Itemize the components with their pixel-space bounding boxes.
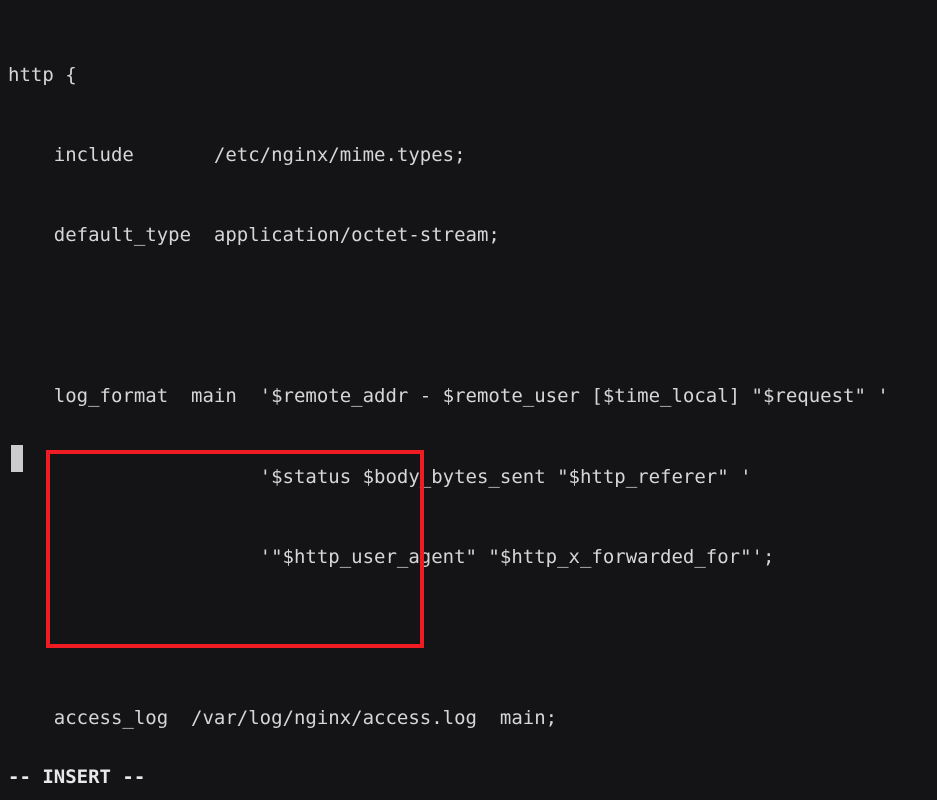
code-line: http { — [8, 63, 77, 86]
code-line: access_log /var/log/nginx/access.log mai… — [8, 706, 558, 729]
vim-terminal-window[interactable]: http { include /etc/nginx/mime.types; de… — [0, 0, 937, 800]
code-line: '"$http_user_agent" "$http_x_forwarded_f… — [8, 545, 775, 568]
code-line: default_type application/octet-stream; — [8, 224, 500, 247]
code-line: '$status $body_bytes_sent "$http_referer… — [8, 465, 752, 488]
gutter-marker-block — [11, 445, 23, 472]
vim-mode-status: -- INSERT -- — [8, 766, 146, 788]
editor-text-area[interactable]: http { include /etc/nginx/mime.types; de… — [8, 8, 937, 800]
code-line: include /etc/nginx/mime.types; — [8, 143, 466, 166]
code-line: log_format main '$remote_addr - $remote_… — [8, 385, 889, 408]
